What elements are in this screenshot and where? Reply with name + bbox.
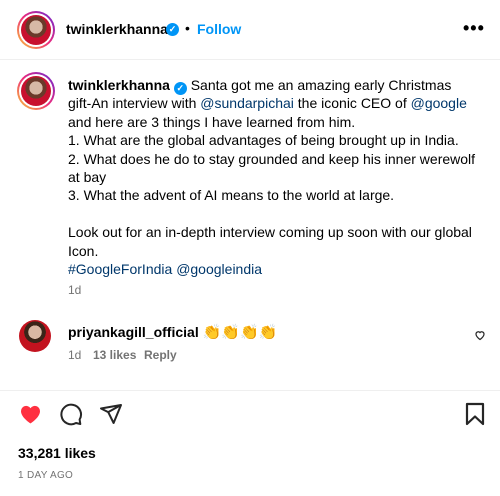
mention-google[interactable]: @google [411, 95, 467, 111]
more-options-icon[interactable]: ••• [463, 18, 485, 39]
comment-body: priyankagill_official 👏👏👏👏 [68, 323, 277, 341]
post-caption: twinklerkhanna ✓ Santa got me an amazing… [68, 76, 478, 278]
actions-divider [0, 390, 500, 391]
caption-text: the iconic CEO of [293, 95, 411, 112]
comment-time[interactable]: 1d [68, 348, 81, 362]
follow-button[interactable]: Follow [197, 21, 241, 37]
commenter-avatar[interactable] [19, 320, 51, 352]
hashtag-googleforindia[interactable]: #GoogleForIndia [68, 261, 172, 277]
mention-googleindia[interactable]: @googleindia [176, 261, 262, 277]
commenter-username[interactable]: priyankagill_official [68, 324, 199, 340]
share-icon[interactable] [99, 402, 123, 426]
comment-like-icon[interactable] [474, 329, 486, 341]
separator-dot: • [185, 20, 190, 36]
post-date[interactable]: 1 DAY AGO [18, 470, 73, 481]
comment-likes[interactable]: 13 likes [93, 348, 136, 362]
caption-text: and here are 3 things I have learned fro… [68, 113, 476, 259]
like-icon[interactable] [18, 402, 43, 426]
caption-verified-icon: ✓ [173, 82, 187, 95]
caption-avatar[interactable] [21, 76, 51, 106]
caption-time[interactable]: 1d [68, 283, 81, 297]
comment-icon[interactable] [59, 402, 83, 426]
author-username[interactable]: twinklerkhanna [66, 21, 168, 37]
avatar[interactable] [21, 15, 51, 45]
story-ring[interactable] [17, 11, 55, 49]
caption-username[interactable]: twinklerkhanna [68, 77, 170, 93]
likes-count[interactable]: 33,281 likes [18, 445, 96, 461]
caption-story-ring[interactable] [17, 72, 55, 110]
verified-icon: ✓ [166, 23, 179, 36]
comment-text: 👏👏👏👏 [202, 324, 278, 341]
save-icon[interactable] [464, 402, 486, 426]
mention-sundarpichai[interactable]: @sundarpichai [200, 95, 294, 111]
post-header: twinklerkhanna ✓ • Follow ••• [0, 0, 500, 60]
reply-button[interactable]: Reply [144, 348, 177, 362]
